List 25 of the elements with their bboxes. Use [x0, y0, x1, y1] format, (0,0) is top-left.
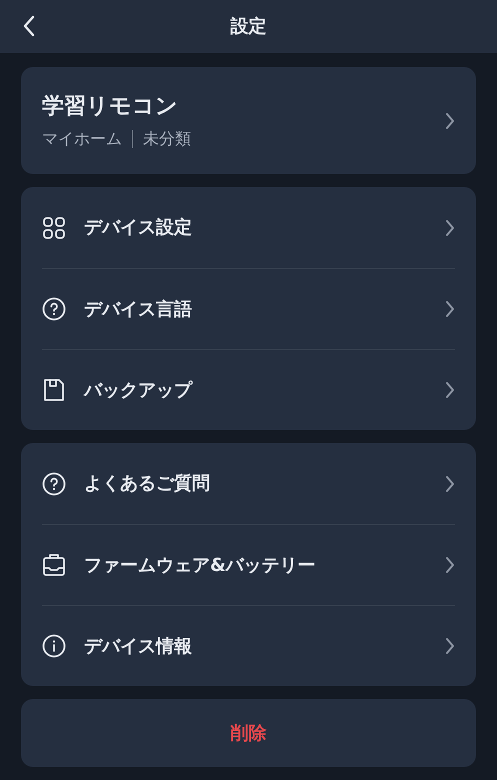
help-icon [42, 472, 66, 496]
home-name: マイホーム [42, 128, 122, 150]
chevron-icon [445, 112, 455, 130]
settings-item[interactable]: バックアップ [42, 349, 455, 430]
page-title: 設定 [230, 15, 266, 39]
grid-icon [42, 216, 66, 240]
chevron-icon [445, 300, 455, 318]
chevron-icon [445, 637, 455, 655]
chevron-icon [445, 556, 455, 574]
info-icon [42, 634, 66, 658]
device-name: 学習リモコン [42, 93, 179, 121]
briefcase-icon [42, 553, 66, 577]
save-icon [42, 378, 66, 402]
settings-item[interactable]: デバイス設定 [42, 187, 455, 268]
settings-item[interactable]: よくあるご質問 [42, 443, 455, 524]
device-card[interactable]: 学習リモコン マイホーム 未分類 [21, 67, 476, 174]
chevron-icon [445, 474, 455, 492]
settings-item[interactable]: デバイス言語 [42, 268, 455, 349]
category-label: 未分類 [143, 128, 191, 150]
settings-item[interactable]: ファームウェア&バッテリー [42, 524, 455, 605]
back-button[interactable] [22, 13, 36, 38]
chevron-icon [445, 381, 455, 399]
chevron-icon [445, 218, 455, 236]
help-icon [42, 297, 66, 321]
settings-item[interactable]: デバイス情報 [42, 605, 455, 686]
